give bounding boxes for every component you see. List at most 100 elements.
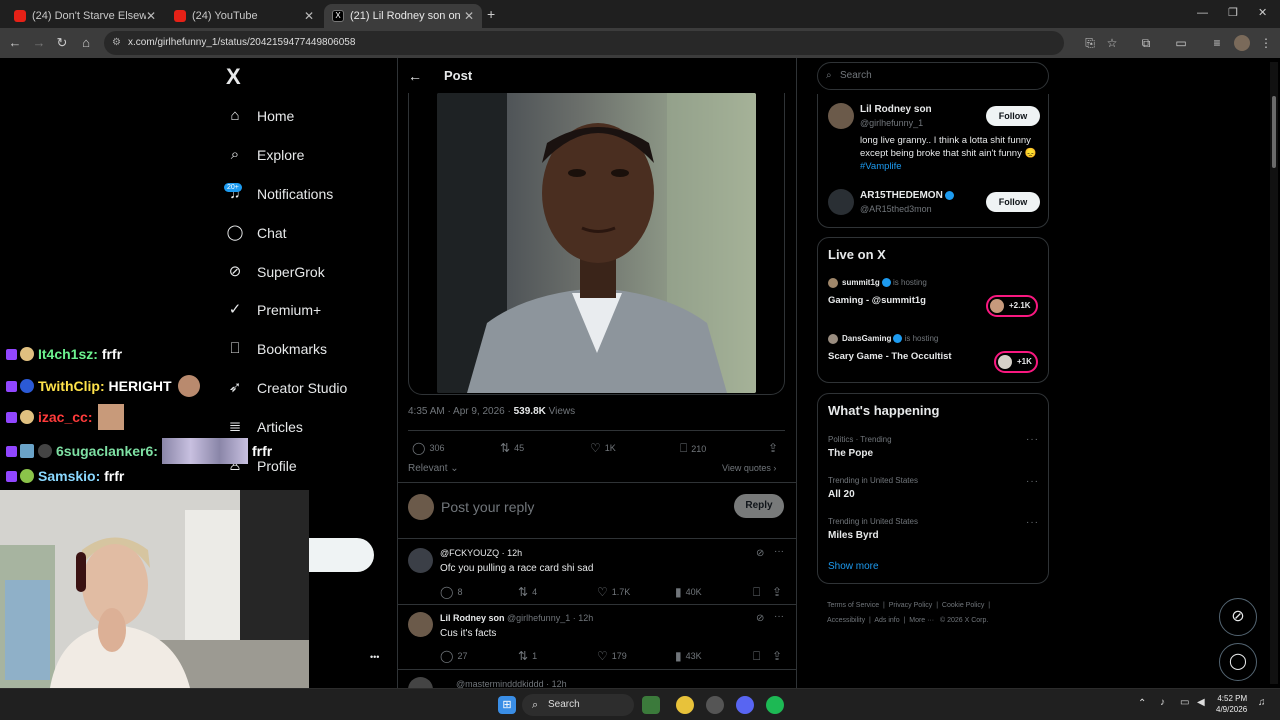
repost-count-button[interactable]: ⇅ 45 <box>500 441 524 455</box>
host-name[interactable]: DansGaming <box>842 334 891 343</box>
reply-count-button[interactable]: ◯ 306 <box>412 441 444 455</box>
user-handle[interactable]: @AR15thed3mon <box>860 204 932 214</box>
account-more-icon[interactable]: ••• <box>370 652 379 662</box>
grok-icon[interactable]: ⊘ <box>756 613 764 624</box>
windows-start-icon[interactable]: ⊞ <box>498 696 516 714</box>
bookmark-button[interactable]: ⎕ <box>753 649 764 664</box>
clock[interactable]: 4:52 PM 4/9/2026 <box>1216 693 1247 715</box>
reply-handle[interactable]: @FCKYOUZQ · 12h <box>440 548 522 558</box>
browser-menu-icon[interactable]: ⋮ <box>1258 35 1274 51</box>
reply-button[interactable]: Reply <box>734 494 784 518</box>
show-more-link[interactable]: Show more <box>828 561 879 572</box>
post-button[interactable] <box>309 538 374 572</box>
listener-count[interactable]: +1K <box>994 351 1038 373</box>
notification-bell-icon[interactable]: ♫ <box>1258 697 1266 708</box>
reply-author[interactable]: Lil Rodney son <box>440 613 505 623</box>
close-tab-icon[interactable]: ✕ <box>464 9 474 23</box>
more-options-icon[interactable]: ··· <box>1026 476 1039 487</box>
tab-x-post[interactable]: X (21) Lil Rodney son on X: "Lol y ✕ <box>324 4 482 28</box>
search-input[interactable]: ⌕ Search <box>817 62 1049 90</box>
address-bar[interactable]: ⚙ x.com/girlhefunny_1/status/20421594774… <box>104 31 1064 55</box>
footer-link[interactable]: Cookie Policy <box>942 602 984 609</box>
sidebar-item-chat[interactable]: ◯ Chat <box>226 224 287 242</box>
profile-avatar[interactable] <box>1234 35 1250 51</box>
user-name[interactable]: Lil Rodney son <box>860 104 932 115</box>
chevron-up-icon[interactable]: ⌃ <box>1138 698 1146 709</box>
reply-button[interactable]: ◯ 27 <box>440 649 467 663</box>
share-button[interactable]: ⇪ <box>768 441 782 455</box>
x-logo[interactable]: X <box>226 64 241 90</box>
trend-topic[interactable]: The Pope <box>828 448 873 459</box>
post-timestamp[interactable]: 4:35 AM · Apr 9, 2026 · <box>408 406 514 417</box>
reload-icon[interactable]: ↻ <box>53 34 71 52</box>
share-button[interactable]: ⇪ <box>772 649 786 663</box>
hashtag-link[interactable]: #Vamplife <box>860 161 902 172</box>
reply-input[interactable]: Post your reply <box>441 499 534 515</box>
user-handle[interactable]: @girlhefunny_1 <box>860 118 923 128</box>
post-image[interactable] <box>437 93 756 393</box>
share-button[interactable]: ⇪ <box>772 585 786 599</box>
like-button[interactable]: ♡ 179 <box>597 649 627 663</box>
live-title[interactable]: Gaming - @summit1g <box>828 295 926 306</box>
sidebar-item-explore[interactable]: ⌕ Explore <box>226 146 305 164</box>
views-button[interactable]: ▮ 40K <box>675 585 702 599</box>
follow-button[interactable]: Follow <box>986 192 1040 212</box>
grok-icon[interactable]: ⊘ <box>1219 598 1257 636</box>
forward-icon[interactable]: → <box>30 34 48 52</box>
more-options-icon[interactable]: ··· <box>774 611 784 622</box>
back-arrow-icon[interactable]: ← <box>408 68 422 84</box>
app-icon[interactable] <box>706 696 724 714</box>
sidebar-item-notifications[interactable]: ♫ Notifications <box>226 185 333 203</box>
more-options-icon[interactable]: ··· <box>1026 434 1039 445</box>
host-name[interactable]: summit1g <box>842 278 880 287</box>
messages-icon[interactable]: ◯ <box>1219 643 1257 681</box>
close-tab-icon[interactable]: ✕ <box>146 9 156 23</box>
footer-link[interactable]: Privacy Policy <box>889 602 933 609</box>
tab-dont-starve[interactable]: (24) Don't Starve Elsewhere - G ✕ <box>6 4 164 28</box>
media-icon[interactable]: ≡ <box>1209 35 1225 51</box>
live-title[interactable]: Scary Game - The Occultist <box>828 351 952 362</box>
minimize-button[interactable]: — <box>1197 7 1208 19</box>
window-close-button[interactable]: ✕ <box>1258 6 1267 19</box>
avatar[interactable] <box>408 612 433 637</box>
bookmark-count-button[interactable]: ⎕ 210 <box>680 441 706 456</box>
restore-button[interactable]: ❐ <box>1228 6 1238 19</box>
follow-button[interactable]: Follow <box>986 106 1040 126</box>
sidebar-item-home[interactable]: ⌂ Home <box>226 107 294 125</box>
bookmark-star-icon[interactable]: ☆ <box>1104 35 1120 51</box>
more-options-icon[interactable]: ··· <box>1026 517 1039 528</box>
view-quotes-link[interactable]: View quotes › <box>722 463 776 473</box>
like-count-button[interactable]: ♡ 1K <box>590 441 616 455</box>
avatar[interactable] <box>408 548 433 573</box>
reply-sort-dropdown[interactable]: Relevant ⌄ <box>408 463 459 474</box>
split-view-icon[interactable]: ▭ <box>1173 35 1189 51</box>
app-icon[interactable] <box>642 696 660 714</box>
trend-topic[interactable]: Miles Byrd <box>828 530 879 541</box>
repost-button[interactable]: ⇅ 1 <box>518 649 537 663</box>
tab-youtube[interactable]: (24) YouTube ✕ <box>166 4 322 28</box>
chrome-icon[interactable] <box>676 696 694 714</box>
sidebar-item-articles[interactable]: ≣ Articles <box>226 418 303 436</box>
spotify-icon[interactable] <box>766 696 784 714</box>
like-button[interactable]: ♡ 1.7K <box>597 585 630 599</box>
trend-topic[interactable]: All 20 <box>828 489 855 500</box>
more-options-icon[interactable]: ··· <box>774 546 784 557</box>
reply-handle[interactable]: @girlhefunny_1 · 12h <box>507 613 593 623</box>
discord-icon[interactable] <box>736 696 754 714</box>
scrollbar-thumb[interactable] <box>1272 96 1276 168</box>
footer-link[interactable]: Terms of Service <box>827 602 879 609</box>
bookmark-button[interactable]: ⎕ <box>753 585 764 600</box>
network-icon[interactable]: ▭ <box>1180 697 1189 708</box>
reply-button[interactable]: ◯ 8 <box>440 585 462 599</box>
avatar[interactable] <box>828 189 854 215</box>
sidebar-item-creator-studio[interactable]: ➶ Creator Studio <box>226 379 348 397</box>
footer-link[interactable]: More ··· <box>909 617 934 624</box>
close-tab-icon[interactable]: ✕ <box>304 9 314 23</box>
volume-icon[interactable]: ◀ <box>1197 697 1205 708</box>
footer-link[interactable]: Ads info <box>874 617 899 624</box>
back-icon[interactable]: ← <box>6 34 24 52</box>
microphone-icon[interactable]: ♪ <box>1160 697 1165 708</box>
sidebar-item-bookmarks[interactable]: ⎕ Bookmarks <box>226 340 327 358</box>
page-scrollbar[interactable] <box>1270 62 1278 684</box>
footer-link[interactable]: Accessibility <box>827 617 865 624</box>
